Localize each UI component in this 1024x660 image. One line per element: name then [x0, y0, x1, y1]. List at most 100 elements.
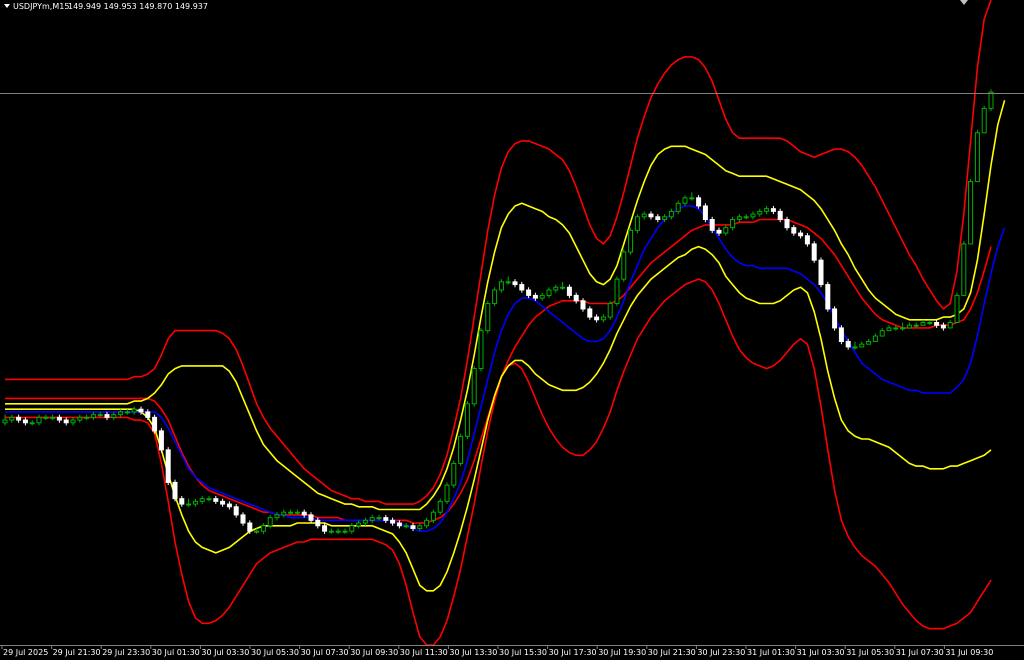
candle-body: [458, 435, 464, 464]
candle-body: [213, 498, 219, 502]
chart-ohlc-quote: 149.949 149.953 149.870 149.937: [68, 2, 208, 11]
candle-body: [784, 219, 790, 229]
candle-body: [274, 514, 280, 519]
candle-body: [852, 346, 858, 349]
candle-body: [682, 197, 688, 204]
candle-body: [539, 294, 545, 299]
candle-body: [954, 294, 960, 324]
candle-body: [716, 229, 722, 234]
candle-body: [50, 416, 56, 419]
candle-body: [118, 411, 124, 416]
candle-body: [2, 419, 8, 424]
candle-body: [961, 243, 967, 296]
candle-body: [179, 498, 185, 505]
candle-body: [192, 500, 198, 505]
x-tick-label: 30 Jul 01:30: [152, 648, 200, 657]
candle-body: [900, 327, 906, 330]
x-tick-label: 30 Jul 17:30: [549, 648, 597, 657]
candle-body: [158, 430, 164, 451]
chart-symbol-label: USDJPYm,M15: [13, 2, 69, 11]
candle-body: [566, 286, 572, 296]
candle-body: [220, 500, 226, 505]
price-chart[interactable]: USDJPYm,M15 149.949 149.953 149.870 149.…: [0, 0, 1024, 660]
candle-body: [655, 216, 661, 221]
candle-body: [376, 517, 382, 520]
candle-body: [662, 216, 668, 221]
x-tick-label: 30 Jul 03:30: [201, 648, 249, 657]
candle-body: [56, 416, 62, 421]
candle-body: [478, 330, 484, 370]
candle-body: [308, 514, 314, 521]
candle-body: [709, 219, 715, 231]
x-tick-label: 31 Jul 05:30: [846, 648, 894, 657]
x-tick-label: 29 Jul 2025: [3, 648, 48, 657]
candle-body: [526, 289, 532, 296]
candle-body: [648, 213, 654, 218]
candle-body: [736, 216, 742, 221]
candle-body: [838, 327, 844, 342]
candle-body: [607, 303, 613, 318]
x-tick-label: 30 Jul 15:30: [499, 648, 547, 657]
candle-body: [872, 335, 878, 342]
candle-body: [451, 462, 457, 486]
candle-body: [696, 197, 702, 207]
candle-body: [22, 419, 28, 424]
candle-body: [743, 216, 749, 219]
candle-body: [138, 408, 144, 413]
candle-body: [356, 522, 362, 527]
candle-body: [879, 330, 885, 337]
candle-body: [546, 289, 552, 296]
candle-body: [770, 208, 776, 212]
candle-body: [804, 235, 810, 245]
x-tick-label: 31 Jul 01:30: [747, 648, 795, 657]
candle-body: [498, 281, 504, 291]
candle-body: [396, 522, 402, 527]
candle-body: [97, 414, 103, 417]
candle-body: [145, 411, 151, 418]
candle-body: [893, 327, 899, 330]
candle-body: [981, 107, 987, 134]
candle-body: [859, 343, 865, 348]
candle-body: [927, 322, 933, 324]
candle-body: [281, 511, 287, 516]
candle-body: [301, 511, 307, 516]
x-tick-label: 30 Jul 11:30: [400, 648, 448, 657]
candle-body: [634, 216, 640, 231]
candle-body: [485, 303, 491, 332]
candle-body: [641, 213, 647, 218]
candle-body: [492, 289, 498, 305]
candle-body: [124, 411, 130, 414]
candle-body: [600, 316, 606, 321]
chart-canvas[interactable]: USDJPYm,M15 149.949 149.953 149.870 149.…: [0, 0, 1024, 660]
candle-body: [437, 500, 443, 513]
candle-body: [233, 506, 239, 516]
candle-body: [988, 91, 994, 109]
candle-body: [573, 294, 579, 302]
candle-body: [825, 284, 831, 310]
candle-body: [342, 530, 348, 533]
x-tick-label: 31 Jul 03:30: [797, 648, 845, 657]
x-tick-label: 30 Jul 19:30: [598, 648, 646, 657]
candle-body: [811, 243, 817, 261]
candle-body: [16, 416, 22, 421]
candle-body: [260, 525, 266, 532]
candle-body: [791, 227, 797, 234]
candle-body: [968, 181, 974, 245]
candle-body: [410, 525, 416, 529]
candle-body: [240, 514, 246, 524]
candle-body: [947, 322, 953, 329]
candle-body: [131, 408, 137, 413]
candle-body: [750, 213, 756, 218]
candle-body: [390, 519, 396, 524]
x-tick-label: 31 Jul 09:30: [945, 648, 993, 657]
candle-body: [424, 519, 430, 527]
candle-body: [614, 278, 620, 305]
candle-body: [430, 511, 436, 521]
candle-body: [349, 525, 355, 532]
x-tick-label: 29 Jul 21:30: [53, 648, 101, 657]
candle-body: [288, 511, 294, 514]
candle-body: [974, 132, 980, 183]
candle-body: [90, 414, 96, 418]
candle-body: [560, 286, 566, 289]
candle-body: [764, 208, 770, 212]
